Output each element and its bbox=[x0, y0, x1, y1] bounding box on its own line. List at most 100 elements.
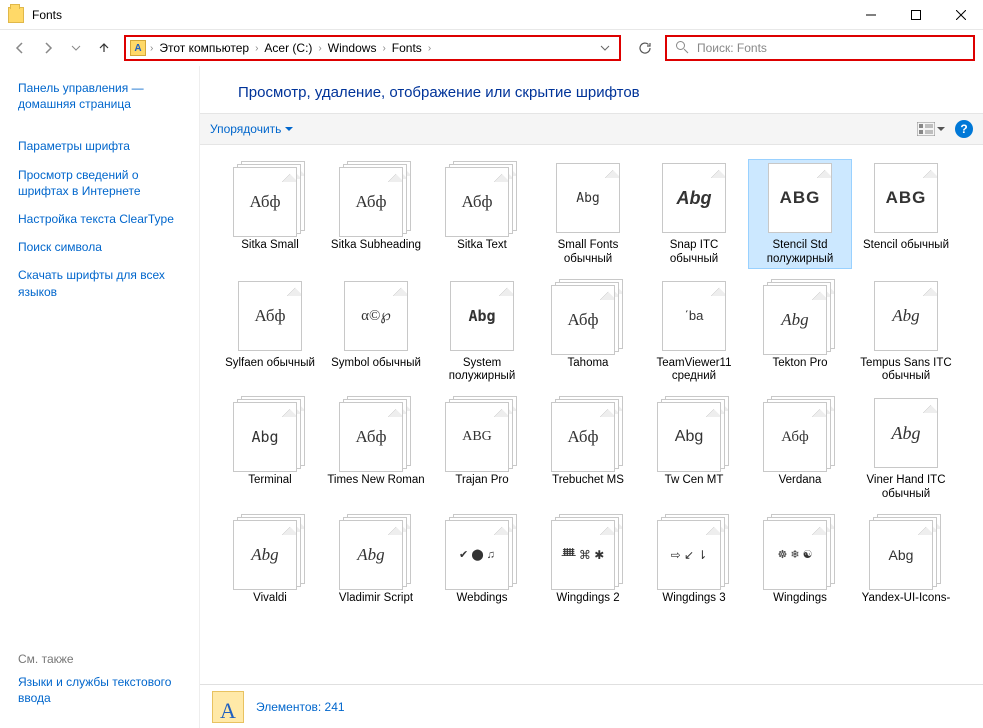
back-button[interactable] bbox=[8, 36, 32, 60]
font-label: Tahoma bbox=[568, 357, 609, 371]
font-thumbnail: Abg bbox=[869, 514, 943, 588]
font-label: Small Fonts обычный bbox=[538, 239, 638, 267]
font-item[interactable]: α©℘Symbol обычный bbox=[324, 277, 428, 387]
font-item[interactable]: AbgYandex-UI-Icons- bbox=[854, 512, 958, 608]
font-item[interactable]: ΄baTeamViewer11 средний bbox=[642, 277, 746, 387]
see-also-label: См. также bbox=[18, 652, 189, 666]
sidebar-link[interactable]: Языки и службы текстового ввода bbox=[18, 674, 189, 706]
view-button[interactable] bbox=[917, 122, 945, 136]
page-heading: Просмотр, удаление, отображение или скры… bbox=[200, 66, 983, 113]
font-item[interactable]: AbgTempus Sans ITC обычный bbox=[854, 277, 958, 387]
search-icon bbox=[675, 40, 689, 57]
font-item[interactable]: АбфTimes New Roman bbox=[324, 394, 428, 504]
font-thumbnail: Abg bbox=[551, 161, 625, 235]
font-thumbnail: ABG bbox=[763, 161, 837, 235]
font-item[interactable]: АбфSitka Text bbox=[430, 159, 534, 269]
font-label: Webdings bbox=[457, 592, 508, 606]
font-item[interactable]: ABGStencil обычный bbox=[854, 159, 958, 269]
status-text: Элементов: 241 bbox=[256, 700, 345, 714]
font-item[interactable]: АбфSitka Subheading bbox=[324, 159, 428, 269]
chevron-right-icon: › bbox=[426, 43, 433, 54]
font-item[interactable]: Abg Snap ITC обычный bbox=[642, 159, 746, 269]
font-label: Sitka Text bbox=[457, 239, 507, 253]
font-label: Symbol обычный bbox=[331, 357, 421, 371]
status-bar: A Элементов: 241 bbox=[200, 684, 983, 728]
location-icon: A bbox=[130, 40, 146, 56]
help-button[interactable]: ? bbox=[955, 120, 973, 138]
font-thumbnail: Абф bbox=[339, 161, 413, 235]
font-item[interactable]: AbgSystem полужирный bbox=[430, 277, 534, 387]
breadcrumb-item[interactable]: Acer (C:) bbox=[260, 41, 316, 55]
font-label: Stencil Std полужирный bbox=[750, 239, 850, 267]
folder-icon bbox=[8, 7, 24, 23]
font-thumbnail: Абф bbox=[233, 279, 307, 353]
history-dropdown[interactable] bbox=[64, 36, 88, 60]
font-thumbnail: ⇨ ↙ ⇂ bbox=[657, 514, 731, 588]
address-bar[interactable]: A › Этот компьютер › Acer (C:) › Windows… bbox=[124, 35, 621, 61]
font-label: Sylfaen обычный bbox=[225, 357, 315, 371]
font-grid: АбфSitka SmallАбфSitka SubheadingАбфSitk… bbox=[200, 145, 983, 684]
chevron-right-icon: › bbox=[148, 43, 155, 54]
font-label: Vladimir Script bbox=[339, 592, 413, 606]
font-thumbnail: ABG bbox=[445, 396, 519, 470]
search-placeholder: Поиск: Fonts bbox=[697, 41, 767, 55]
font-item[interactable]: ☸ ❄ ☯Wingdings bbox=[748, 512, 852, 608]
font-thumbnail: Abg bbox=[233, 514, 307, 588]
minimize-button[interactable] bbox=[848, 0, 893, 29]
control-panel-home-link[interactable]: Панель управления — домашняя страница bbox=[18, 80, 189, 112]
font-item[interactable]: ✔ ⬤ ♫ Webdings bbox=[430, 512, 534, 608]
font-label: TeamViewer11 средний bbox=[644, 357, 744, 385]
font-thumbnail: Абф bbox=[233, 161, 307, 235]
sidebar-link[interactable]: Просмотр сведений о шрифтах в Интернете bbox=[18, 167, 189, 199]
font-thumbnail: ✔ ⬤ ♫ bbox=[445, 514, 519, 588]
font-item[interactable]: АбфTahoma bbox=[536, 277, 640, 387]
font-label: Tw Cen MT bbox=[665, 474, 724, 488]
font-label: Vivaldi bbox=[253, 592, 287, 606]
font-item[interactable]: Абф Sitka Small bbox=[218, 159, 322, 269]
up-button[interactable] bbox=[92, 36, 116, 60]
close-button[interactable] bbox=[938, 0, 983, 29]
font-label: Sitka Small bbox=[241, 239, 299, 253]
maximize-button[interactable] bbox=[893, 0, 938, 29]
font-label: Snap ITC обычный bbox=[644, 239, 744, 267]
forward-button[interactable] bbox=[36, 36, 60, 60]
font-label: Wingdings 2 bbox=[556, 592, 619, 606]
font-item[interactable]: AbgVladimir Script bbox=[324, 512, 428, 608]
font-label: Trebuchet MS bbox=[552, 474, 624, 488]
address-dropdown[interactable] bbox=[595, 36, 615, 60]
font-label: Wingdings 3 bbox=[662, 592, 725, 606]
font-item[interactable]: АбфVerdana bbox=[748, 394, 852, 504]
font-item[interactable]: Абф Trebuchet MS bbox=[536, 394, 640, 504]
sidebar-link[interactable]: Настройка текста ClearType bbox=[18, 211, 189, 227]
font-thumbnail: Abg bbox=[869, 279, 943, 353]
sidebar-link[interactable]: Поиск символа bbox=[18, 239, 189, 255]
breadcrumb-item[interactable]: Этот компьютер bbox=[155, 41, 253, 55]
font-item[interactable]: AbgViner Hand ITC обычный bbox=[854, 394, 958, 504]
font-thumbnail: Abg bbox=[233, 396, 307, 470]
font-label: Trajan Pro bbox=[455, 474, 508, 488]
font-thumbnail: Абф bbox=[551, 396, 625, 470]
font-label: Terminal bbox=[248, 474, 291, 488]
sidebar-link[interactable]: Параметры шрифта bbox=[18, 138, 189, 154]
font-item[interactable]: Abg Tw Cen MT bbox=[642, 394, 746, 504]
font-item[interactable]: Abg Small Fonts обычный bbox=[536, 159, 640, 269]
sidebar-link[interactable]: Скачать шрифты для всех языков bbox=[18, 267, 189, 299]
font-item[interactable]: ⇨ ↙ ⇂ Wingdings 3 bbox=[642, 512, 746, 608]
font-item[interactable]: Abg Vivaldi bbox=[218, 512, 322, 608]
font-item[interactable]: ABG Stencil Std полужирный bbox=[748, 159, 852, 269]
font-thumbnail: Abg bbox=[657, 161, 731, 235]
search-box[interactable]: Поиск: Fonts bbox=[665, 35, 975, 61]
font-item[interactable]: Abg Terminal bbox=[218, 394, 322, 504]
breadcrumb-item[interactable]: Fonts bbox=[388, 41, 426, 55]
font-thumbnail: ☸ ❄ ☯ bbox=[763, 514, 837, 588]
font-item[interactable]: ᚙ ⌘ ✱Wingdings 2 bbox=[536, 512, 640, 608]
font-thumbnail: Abg bbox=[763, 279, 837, 353]
font-item[interactable]: Абф Sylfaen обычный bbox=[218, 277, 322, 387]
font-item[interactable]: AbgTekton Pro bbox=[748, 277, 852, 387]
window-title: Fonts bbox=[32, 8, 62, 22]
refresh-button[interactable] bbox=[631, 35, 659, 61]
breadcrumb-item[interactable]: Windows bbox=[324, 41, 381, 55]
font-thumbnail: Abg bbox=[657, 396, 731, 470]
font-item[interactable]: ABG Trajan Pro bbox=[430, 394, 534, 504]
organize-button[interactable]: Упорядочить bbox=[210, 122, 293, 136]
